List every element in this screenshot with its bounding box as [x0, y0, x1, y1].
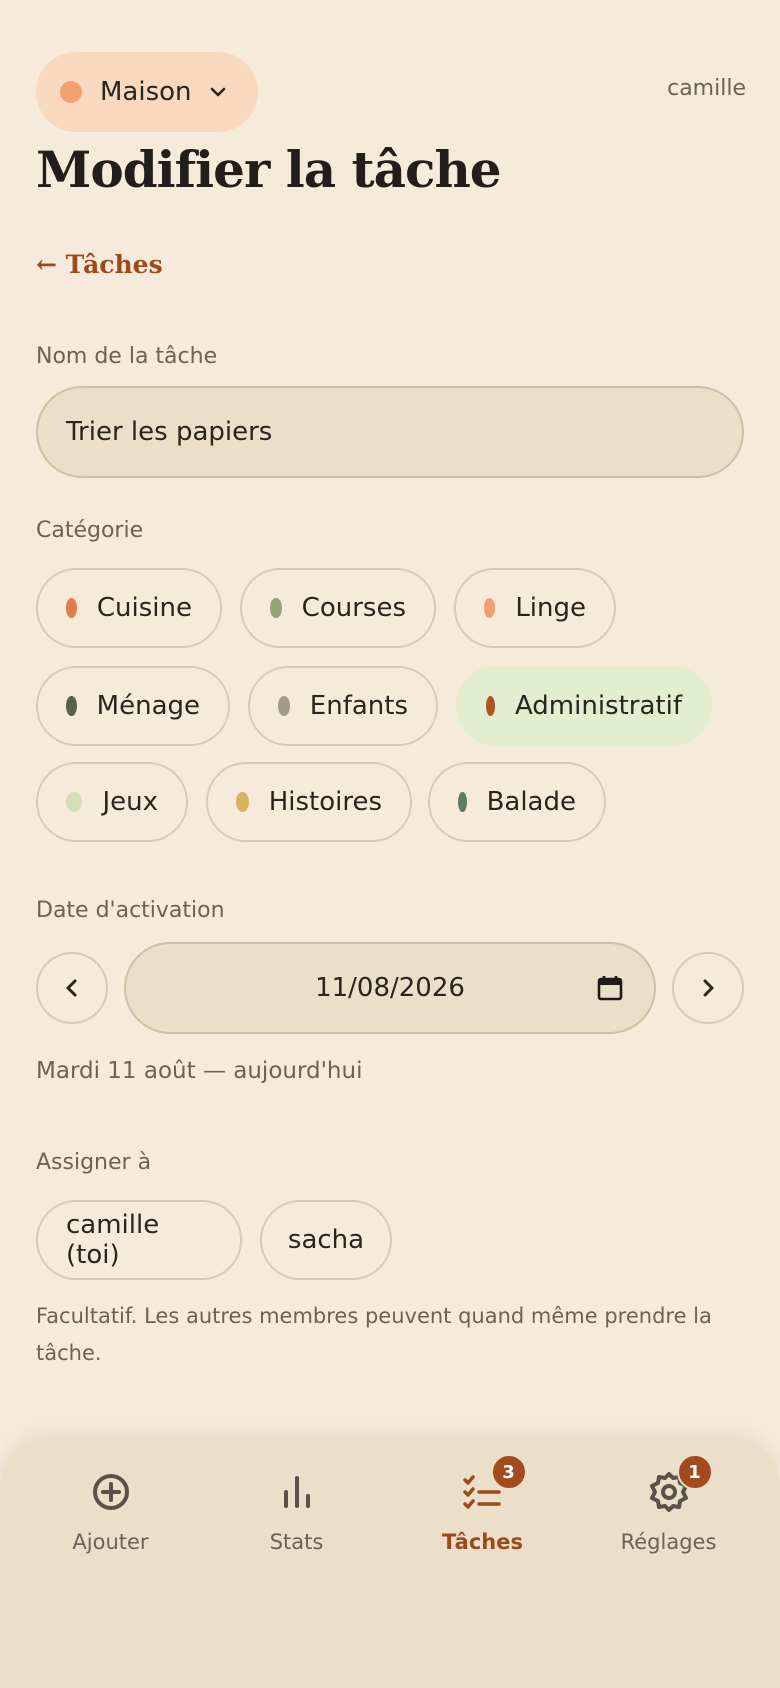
- settings-count-badge: 1: [676, 1454, 713, 1490]
- tab-taches[interactable]: 3 Tâches: [385, 1454, 580, 1554]
- category-dot: [236, 792, 249, 812]
- category-dot: [66, 792, 83, 812]
- category-chip-label: Enfants: [309, 691, 408, 721]
- tab-label: Stats: [269, 1530, 324, 1554]
- tasks-count-badge: 3: [490, 1454, 527, 1490]
- category-chip-jeux[interactable]: Jeux: [36, 762, 188, 842]
- category-dot: [66, 696, 77, 716]
- chevron-right-icon: [703, 979, 714, 997]
- household-color-dot: [60, 81, 82, 103]
- assign-label: Assigner à: [36, 1150, 152, 1175]
- category-chip-balade[interactable]: Balade: [428, 762, 606, 842]
- category-chip-cuisine[interactable]: Cuisine: [36, 568, 222, 648]
- assignee-label: sacha: [287, 1225, 365, 1255]
- tab-reglages[interactable]: 1 Réglages: [571, 1454, 766, 1554]
- category-chip-administratif[interactable]: Administratif: [456, 666, 712, 746]
- assignee-chip-sacha[interactable]: sacha: [260, 1200, 392, 1280]
- category-dot: [66, 598, 77, 618]
- category-chip-label: Administratif: [514, 691, 682, 721]
- page-title: Modifier la tâche: [36, 140, 502, 199]
- task-name-label: Nom de la tâche: [36, 344, 218, 369]
- category-chip-histoires[interactable]: Histoires: [206, 762, 412, 842]
- date-label: Date d'activation: [36, 898, 225, 923]
- checklist-icon-wrap: 3: [459, 1454, 527, 1516]
- category-chip-label: Balade: [486, 787, 576, 817]
- category-dot: [458, 792, 467, 812]
- task-name-input[interactable]: Trier les papiers: [36, 386, 744, 478]
- date-input[interactable]: 11/08/2026: [124, 942, 656, 1034]
- category-chip-label: Histoires: [268, 787, 382, 817]
- category-chip-label: Ménage: [96, 691, 200, 721]
- date-description: Mardi 11 août — aujourd'hui: [36, 1058, 363, 1084]
- assignee-chip-camille[interactable]: camille (toi): [36, 1200, 242, 1280]
- category-chip-enfants[interactable]: Enfants: [248, 666, 438, 746]
- category-chip-menage[interactable]: Ménage: [36, 666, 230, 746]
- plus-circle-icon: [92, 1474, 129, 1510]
- category-chip-label: Linge: [515, 593, 586, 623]
- tab-stats[interactable]: Stats: [199, 1468, 394, 1554]
- current-user-name: camille: [667, 76, 746, 101]
- category-label: Catégorie: [36, 518, 144, 543]
- tab-ajouter[interactable]: Ajouter: [13, 1468, 208, 1554]
- category-dot: [270, 598, 282, 618]
- assignee-label: camille (toi): [66, 1210, 160, 1270]
- category-chip-label: Cuisine: [96, 593, 192, 623]
- category-dot: [278, 696, 290, 716]
- calendar-icon[interactable]: [596, 974, 624, 1002]
- category-chip-courses[interactable]: Courses: [240, 568, 436, 648]
- tab-label: Réglages: [620, 1530, 717, 1554]
- next-date-button[interactable]: [672, 952, 744, 1024]
- chevron-down-icon: [210, 87, 225, 97]
- household-label: Maison: [100, 77, 192, 107]
- category-dot: [484, 598, 496, 618]
- bottom-tab-bar: Ajouter Stats 3 Tâches 1 Réglages: [0, 1438, 780, 1688]
- previous-date-button[interactable]: [36, 952, 108, 1024]
- household-selector[interactable]: Maison: [36, 52, 258, 132]
- date-value: 11/08/2026: [315, 973, 465, 1003]
- bar-chart-icon: [283, 1476, 310, 1508]
- category-chip-label: Jeux: [102, 787, 158, 817]
- tab-label: Tâches: [442, 1530, 523, 1554]
- category-chip-linge[interactable]: Linge: [454, 568, 616, 648]
- chevron-left-icon: [66, 979, 77, 997]
- category-dot: [486, 696, 495, 716]
- back-link-tasks[interactable]: ← Tâches: [36, 250, 163, 279]
- category-chip-label: Courses: [301, 593, 406, 623]
- gear-icon-wrap: 1: [645, 1454, 713, 1516]
- assign-help-text: Facultatif. Les autres membres peuvent q…: [36, 1304, 712, 1365]
- tab-label: Ajouter: [72, 1530, 149, 1554]
